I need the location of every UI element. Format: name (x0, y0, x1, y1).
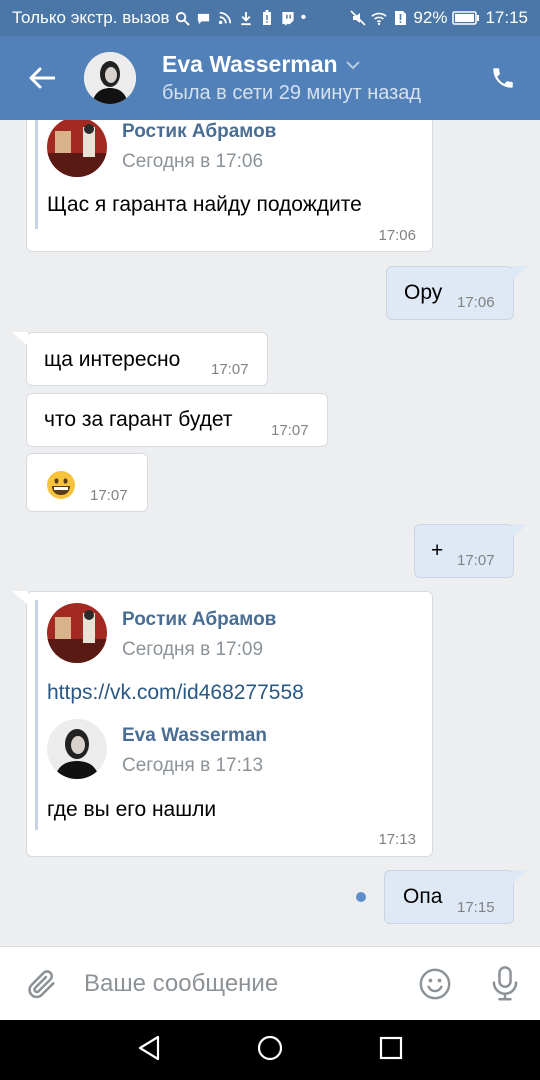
chat-header: Eva Wasserman была в сети 29 минут назад (0, 36, 540, 120)
more-dots: • (300, 9, 307, 26)
arrow-left-icon (29, 67, 55, 89)
home-circle-icon (257, 1035, 283, 1060)
forward-author-name[interactable]: Ростик Абрамов (122, 121, 276, 143)
forward-date: Сегодня в 17:06 (122, 151, 264, 172)
message-composer (0, 946, 540, 1020)
nav-home-button[interactable] (256, 1034, 284, 1067)
search-icon (175, 10, 191, 26)
message-text: что за гарант будет (44, 408, 233, 431)
avatar[interactable] (84, 52, 136, 104)
recents-square-icon (379, 1036, 402, 1059)
nested-date: Сегодня в 17:13 (122, 755, 264, 776)
message-text: где вы его нашли (47, 798, 217, 821)
grinning-emoji (46, 470, 76, 505)
unread-indicator (356, 892, 366, 902)
avatar[interactable] (47, 120, 107, 177)
message-input[interactable] (84, 969, 400, 998)
message-bubble-outgoing[interactable]: + 17:07 (414, 524, 528, 578)
bubble-tail (12, 332, 28, 346)
nav-recents-button[interactable] (379, 1036, 403, 1065)
download-icon (238, 10, 254, 26)
paperclip-icon (28, 969, 55, 998)
emoji-button[interactable] (400, 967, 470, 1001)
message-text: ща интересно (44, 348, 181, 371)
message-bubble-incoming[interactable]: ща интересно 17:07 (12, 332, 268, 386)
battery-alert-icon (259, 10, 275, 26)
message-time: 17:06 (457, 294, 495, 311)
status-right: 92% 17:15 (350, 8, 528, 28)
back-triangle-icon (139, 1035, 160, 1060)
nested-author-name[interactable]: Eva Wasserman (122, 725, 267, 747)
status-bar: Только экстр. вызов • 92% 17:15 (0, 0, 540, 36)
call-button[interactable] (466, 36, 540, 120)
message-bubble-incoming[interactable]: что за гарант будет 17:07 (26, 393, 328, 447)
avatar[interactable] (47, 719, 107, 779)
twitch-icon (280, 10, 296, 26)
message-time: 17:06 (378, 227, 416, 244)
contact-info[interactable]: Eva Wasserman была в сети 29 минут назад (162, 51, 466, 105)
message-bubble-outgoing[interactable]: Ору 17:06 (386, 266, 528, 320)
bubble-tail (512, 870, 528, 884)
android-nav-bar (0, 1020, 540, 1080)
contact-name: Eva Wasserman (162, 51, 338, 77)
back-button[interactable] (0, 36, 84, 120)
forward-line (35, 120, 38, 229)
sim-alert-icon (392, 10, 408, 26)
mute-icon (350, 10, 366, 26)
voice-button[interactable] (470, 965, 540, 1002)
message-bubble-incoming[interactable]: Ростик Абрамов Сегодня в 17:06 Щас я гар… (26, 120, 433, 252)
avatar[interactable] (47, 603, 107, 663)
message-bubble-incoming[interactable]: 17:07 (26, 453, 148, 512)
nav-back-button[interactable] (137, 1035, 161, 1066)
smiley-icon (419, 968, 451, 999)
clock: 17:15 (485, 8, 528, 27)
bubble-tail (12, 591, 28, 605)
forward-line (35, 600, 38, 830)
message-text: Опа (403, 885, 443, 908)
bubble-tail (512, 524, 528, 538)
message-text: Ору (404, 281, 443, 304)
battery-percent: 92% (413, 8, 448, 27)
message-time: 17:07 (211, 361, 249, 378)
wifi-icon (371, 10, 388, 26)
message-time: 17:15 (457, 899, 495, 916)
message-bubble-outgoing[interactable]: Опа 17:15 (384, 870, 528, 924)
profile-link[interactable]: https://vk.com/id468277558 (47, 681, 304, 705)
message-list[interactable]: Ростик Абрамов Сегодня в 17:06 Щас я гар… (0, 120, 540, 946)
microphone-icon (492, 965, 518, 1000)
message-time: 17:07 (457, 552, 495, 569)
status-left: Только экстр. вызов • (12, 8, 306, 28)
forward-author-name[interactable]: Ростик Абрамов (122, 609, 276, 631)
message-time: 17:07 (90, 487, 128, 504)
message-bubble-incoming[interactable]: Ростик Абрамов Сегодня в 17:09 https://v… (12, 591, 433, 857)
last-seen-status: была в сети 29 минут назад (162, 82, 422, 104)
message-text: + (431, 539, 444, 562)
message-time: 17:07 (271, 422, 309, 439)
battery-icon (452, 10, 480, 26)
chat-bubble-icon (196, 10, 212, 26)
carrier-text: Только экстр. вызов (12, 8, 170, 27)
phone-icon (493, 68, 513, 88)
message-time: 17:13 (378, 831, 416, 848)
forward-date: Сегодня в 17:09 (122, 639, 264, 660)
rss-icon (217, 10, 233, 26)
bubble-tail (512, 266, 528, 280)
chevron-down-icon (345, 60, 360, 69)
message-text: Щас я гаранта найду подождите (47, 193, 362, 216)
attach-button[interactable] (0, 967, 84, 1001)
